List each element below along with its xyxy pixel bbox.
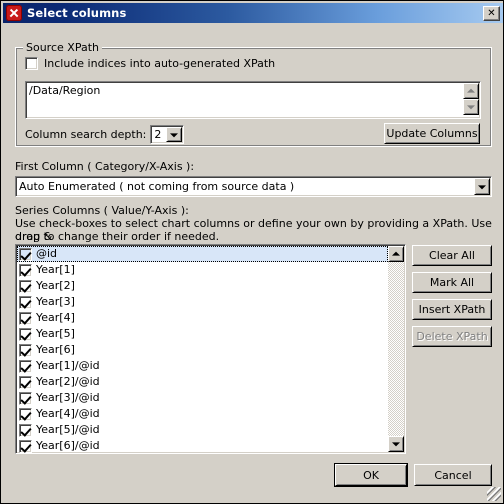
ok-label: OK [363, 468, 379, 482]
include-indices-label: Include indices into auto-generated XPat… [44, 57, 276, 70]
list-item-checkbox[interactable] [19, 391, 32, 405]
resize-grip[interactable] [487, 487, 501, 501]
list-item-label: Year[1] [36, 263, 75, 276]
xpath-textarea[interactable]: /Data/Region [25, 81, 481, 119]
title-bar[interactable]: Select columns ✕ [3, 3, 503, 23]
column-search-depth-value: 2 [154, 128, 162, 141]
list-item-label: Year[6]/@id [36, 439, 100, 452]
list-item-checkbox[interactable] [19, 439, 32, 453]
first-column-label: First Column ( Category/X-Axis ): [15, 160, 195, 173]
cancel-label: Cancel [434, 468, 472, 482]
mark-all-label: Mark All [429, 276, 475, 289]
select-columns-dialog: Select columns ✕ Source XPath Include in… [0, 0, 504, 504]
first-column-value: Auto Enumerated ( not coming from source… [19, 180, 295, 193]
series-columns-listbox[interactable]: @id Year[1] Year[2] Year[3] Year[4] Year[5] Ye… [15, 244, 406, 454]
column-search-depth-label: Column search depth: [25, 128, 147, 141]
include-indices-checkbox[interactable] [25, 57, 38, 70]
scrollbar-track[interactable] [388, 262, 404, 436]
list-item[interactable]: Year[1]/@id [17, 358, 388, 374]
cancel-button[interactable]: Cancel [414, 464, 492, 486]
list-item-checkbox[interactable] [19, 279, 32, 293]
series-columns-label: Series Columns ( Value/Y-Axis ): [15, 204, 189, 217]
list-item-label: Year[2] [36, 279, 75, 292]
scroll-down-icon[interactable] [388, 436, 404, 452]
close-glyph: ✕ [487, 7, 496, 19]
delete-xpath-label: Delete XPath [416, 330, 488, 343]
list-item[interactable]: Year[6]/@id [17, 438, 388, 453]
list-item-checkbox[interactable] [19, 263, 32, 277]
insert-xpath-button[interactable]: Insert XPath [412, 299, 492, 320]
mark-all-button[interactable]: Mark All [412, 272, 492, 293]
insert-xpath-label: Insert XPath [418, 303, 486, 316]
list-item-checkbox[interactable] [19, 407, 32, 421]
list-item-label: @id [36, 247, 58, 260]
list-item-checkbox[interactable] [19, 375, 32, 389]
scroll-up-icon[interactable] [463, 83, 479, 99]
first-column-combo[interactable]: Auto Enumerated ( not coming from source… [15, 176, 492, 197]
update-columns-button[interactable]: Update Columns [384, 123, 480, 144]
close-icon[interactable]: ✕ [483, 5, 500, 21]
xpath-text-value[interactable]: /Data/Region [26, 82, 463, 118]
list-item[interactable]: Year[5] [17, 326, 388, 342]
source-xpath-legend: Source XPath [23, 41, 102, 54]
list-item-label: Year[5]/@id [36, 423, 100, 436]
list-item-label: Year[3]/@id [36, 391, 100, 404]
ok-button[interactable]: OK [335, 464, 407, 486]
app-x-icon [6, 5, 22, 21]
list-item[interactable]: Year[5]/@id [17, 422, 388, 438]
list-item-checkbox[interactable] [19, 423, 32, 437]
list-item-label: Year[5] [36, 327, 75, 340]
list-item-checkbox[interactable] [19, 247, 32, 261]
list-item[interactable]: Year[3] [17, 294, 388, 310]
list-item-label: Year[6] [36, 343, 75, 356]
list-item-label: Year[4]/@id [36, 407, 100, 420]
chevron-down-icon[interactable] [166, 127, 183, 142]
window-title: Select columns [27, 6, 127, 20]
delete-xpath-button: Delete XPath [412, 326, 492, 347]
column-search-depth-combo[interactable]: 2 [150, 125, 185, 144]
list-item-label: Year[2]/@id [36, 375, 100, 388]
xpath-scrollbar[interactable] [463, 83, 479, 117]
series-columns-list[interactable]: @id Year[1] Year[2] Year[3] Year[4] Year[5] Ye… [16, 245, 388, 453]
list-item-checkbox[interactable] [19, 295, 32, 309]
clear-all-label: Clear All [429, 249, 475, 262]
list-item[interactable]: Year[3]/@id [17, 390, 388, 406]
list-item-checkbox[interactable] [19, 359, 32, 373]
list-item-checkbox[interactable] [19, 311, 32, 325]
list-item[interactable]: @id [17, 246, 388, 262]
column-search-depth-row: Column search depth: 2 [25, 125, 185, 144]
list-item-label: Year[3] [36, 295, 75, 308]
list-item[interactable]: Year[4]/@id [17, 406, 388, 422]
list-item-label: Year[4] [36, 311, 75, 324]
update-columns-label: Update Columns [386, 127, 478, 140]
list-item[interactable]: Year[2] [17, 278, 388, 294]
list-item[interactable]: Year[2]/@id [17, 374, 388, 390]
list-item-checkbox[interactable] [19, 343, 32, 357]
series-columns-help-line-2: drop to change their order if needed. [15, 230, 220, 243]
chevron-down-icon[interactable] [474, 178, 490, 195]
scroll-up-icon[interactable] [388, 246, 404, 262]
list-item-checkbox[interactable] [19, 327, 32, 341]
list-item[interactable]: Year[4] [17, 310, 388, 326]
include-indices-row[interactable]: Include indices into auto-generated XPat… [25, 57, 275, 70]
series-columns-scrollbar[interactable] [388, 246, 404, 452]
scroll-down-icon[interactable] [463, 99, 479, 115]
list-item[interactable]: Year[1] [17, 262, 388, 278]
clear-all-button[interactable]: Clear All [412, 245, 492, 266]
list-item-label: Year[1]/@id [36, 359, 100, 372]
list-item[interactable]: Year[6] [17, 342, 388, 358]
